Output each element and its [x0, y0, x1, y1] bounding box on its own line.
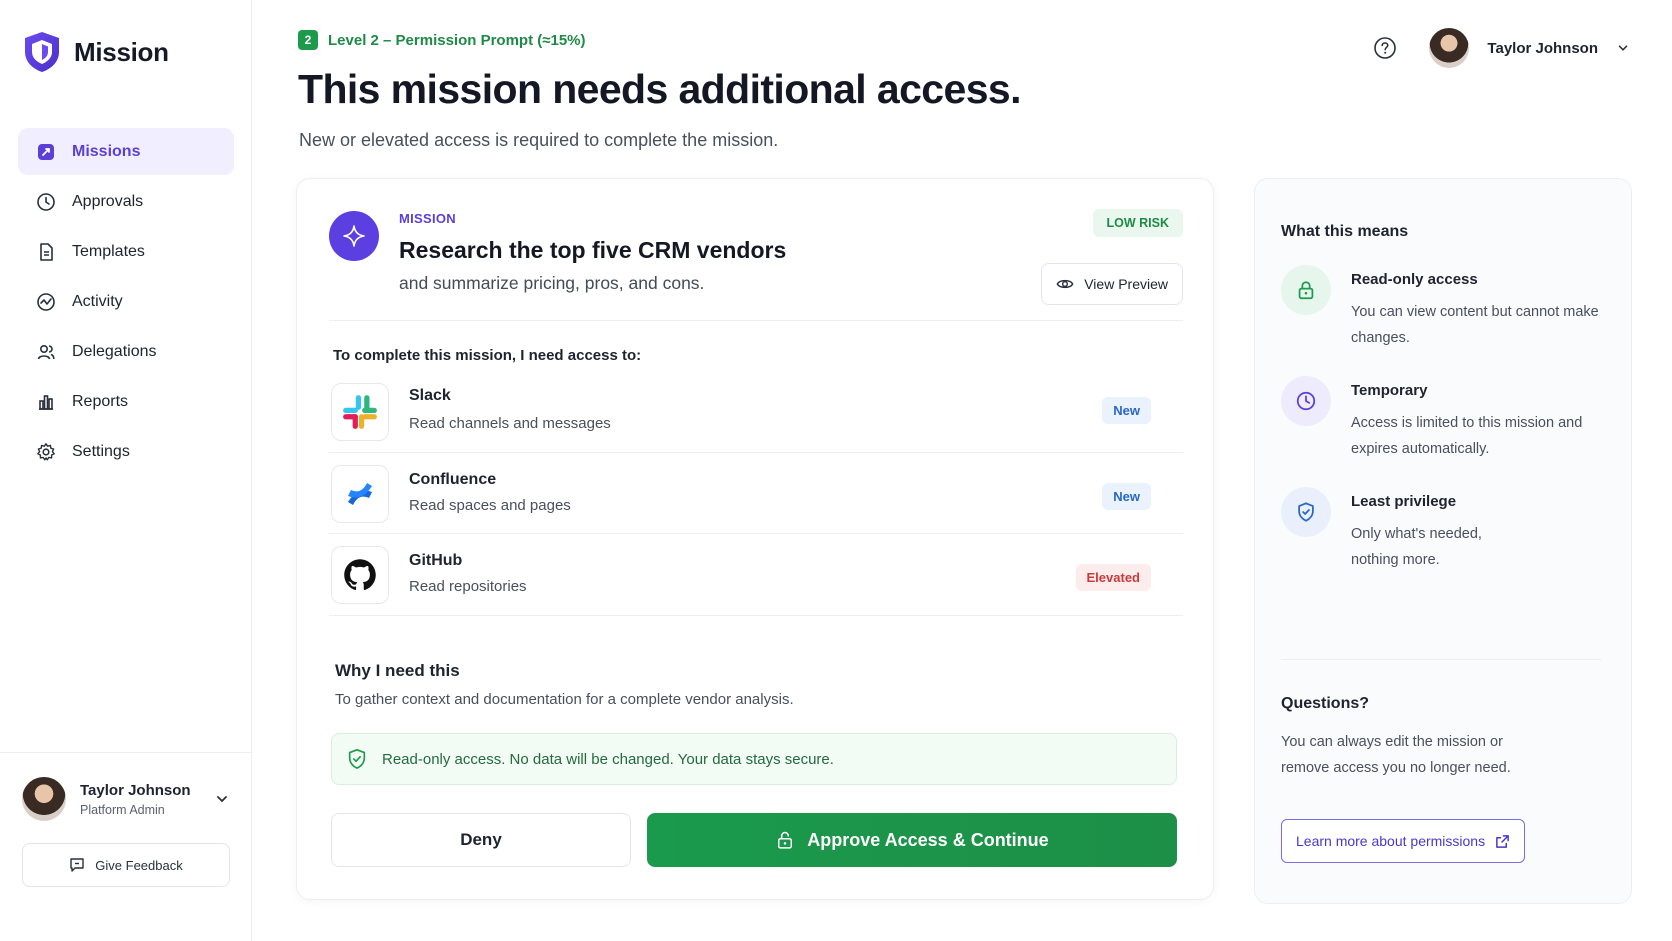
avatar: [22, 777, 66, 821]
sidebar-item-label: Approvals: [72, 192, 144, 210]
sidebar-item-label: Delegations: [72, 342, 157, 360]
level-indicator: 2 Level 2 – Permission Prompt (≈15%): [298, 30, 586, 50]
info-text: Access is limited to this mission and ex…: [1351, 415, 1583, 457]
mission-eyebrow: MISSION: [399, 211, 456, 226]
sidebar-item-reports[interactable]: Reports: [18, 378, 234, 425]
info-text: You can view content but cannot make cha…: [1351, 304, 1599, 346]
feedback-icon: [70, 858, 84, 872]
help-icon[interactable]: [1373, 36, 1397, 60]
avatar[interactable]: [1429, 28, 1470, 68]
activity-icon: [36, 292, 56, 312]
mission-description: and summarize pricing, pros, and cons.: [399, 273, 705, 293]
secure-note-text: Read-only access. No data will be change…: [382, 750, 834, 768]
app-permission: Read spaces and pages: [409, 497, 571, 514]
page-title: This mission needs additional access.: [298, 66, 1021, 112]
user-role: Platform Admin: [80, 802, 165, 817]
brand-name: Mission: [74, 36, 169, 67]
brand[interactable]: Mission: [22, 30, 169, 74]
learn-more-button[interactable]: Learn more about permissions: [1281, 819, 1526, 863]
user-name: Taylor Johnson: [80, 781, 191, 799]
clock-icon: [36, 192, 56, 212]
panel-title: What this means: [1281, 223, 1409, 240]
page-subtitle: New or elevated access is required to co…: [299, 130, 779, 150]
top-user-name[interactable]: Taylor Johnson: [1487, 40, 1598, 57]
sidebar-item-delegations[interactable]: Delegations: [18, 328, 234, 375]
confluence-icon: [331, 465, 389, 523]
users-icon: [36, 342, 56, 362]
sparkle-icon: [329, 211, 379, 261]
app-name: Slack: [409, 387, 451, 404]
secure-note: Read-only access. No data will be change…: [331, 733, 1177, 785]
access-heading: To complete this mission, I need access …: [333, 347, 642, 364]
approve-button[interactable]: Approve Access & Continue: [647, 813, 1177, 867]
list-item: Slack Read channels and messages New: [329, 375, 1183, 453]
learn-more-label: Learn more about permissions: [1296, 833, 1486, 849]
elevated-tag: Elevated: [1075, 564, 1151, 591]
slack-icon: [331, 383, 389, 441]
level-text: Level 2 – Permission Prompt (≈15%): [328, 31, 586, 49]
new-tag: New: [1102, 397, 1151, 424]
unlock-icon: [778, 831, 793, 849]
lock-icon: [1281, 265, 1331, 315]
app-name: Confluence: [409, 471, 497, 488]
level-badge: 2: [298, 30, 318, 50]
info-title: Temporary: [1351, 382, 1428, 399]
sidebar-item-label: Templates: [72, 242, 145, 260]
gear-icon: [36, 442, 56, 462]
github-icon: [331, 546, 389, 604]
give-feedback-label: Give Feedback: [95, 857, 183, 873]
deny-button[interactable]: Deny: [331, 813, 631, 867]
sidebar-user: Taylor Johnson Platform Admin Give Feedb…: [0, 752, 252, 887]
info-title: Read-only access: [1351, 271, 1478, 288]
mission-header: MISSION Research the top five CRM vendor…: [329, 209, 1183, 321]
sidebar-item-missions[interactable]: Missions: [18, 128, 234, 175]
view-preview-button[interactable]: View Preview: [1041, 263, 1183, 305]
chevron-down-icon[interactable]: [214, 791, 230, 807]
external-link-icon: [1496, 834, 1509, 848]
questions-title: Questions?: [1281, 695, 1370, 712]
why-title: Why I need this: [335, 661, 460, 680]
shield-check-icon: [1281, 487, 1331, 537]
panel-divider: [1281, 659, 1601, 660]
shield-logo-icon: [25, 32, 59, 72]
give-feedback-button[interactable]: Give Feedback: [22, 843, 230, 887]
new-tag: New: [1102, 483, 1151, 510]
approve-label: Approve Access & Continue: [807, 829, 1049, 850]
app-name: GitHub: [409, 552, 463, 569]
sidebar-item-activity[interactable]: Activity: [18, 278, 234, 325]
shield-check-icon: [348, 749, 366, 769]
sidebar-item-label: Missions: [72, 142, 141, 160]
questions-text: You can always edit the mission or remov…: [1281, 734, 1511, 776]
view-preview-label: View Preview: [1084, 276, 1168, 292]
sidebar-item-label: Settings: [72, 442, 130, 460]
sidebar-item-label: Activity: [72, 292, 123, 310]
sidebar-item-approvals[interactable]: Approvals: [18, 178, 234, 225]
user-menu[interactable]: Taylor Johnson Platform Admin: [22, 777, 230, 821]
list-item: Confluence Read spaces and pages New: [329, 453, 1183, 534]
eye-icon: [1056, 279, 1074, 289]
chevron-down-icon[interactable]: [1616, 41, 1630, 55]
permission-card: MISSION Research the top five CRM vendor…: [296, 178, 1214, 900]
clock-icon: [1281, 376, 1331, 426]
top-bar: Taylor Johnson: [1373, 28, 1630, 68]
missions-icon: [36, 142, 56, 162]
sidebar-item-label: Reports: [72, 392, 129, 410]
app-permission: Read repositories: [409, 578, 527, 595]
info-title: Least privilege: [1351, 493, 1457, 510]
sidebar-item-templates[interactable]: Templates: [18, 228, 234, 275]
sidebar: Mission Missions Approvals Templates Act…: [0, 0, 252, 941]
mission-title: Research the top five CRM vendors: [399, 237, 787, 263]
app-permission: Read channels and messages: [409, 415, 611, 432]
document-icon: [36, 242, 56, 262]
risk-badge: LOW RISK: [1092, 209, 1183, 237]
info-text: Only what's needed, nothing more.: [1351, 526, 1482, 568]
list-item: GitHub Read repositories Elevated: [329, 534, 1183, 616]
sidebar-item-settings[interactable]: Settings: [18, 428, 234, 475]
access-list: Slack Read channels and messages New Con…: [329, 375, 1183, 616]
info-panel: What this means Read-only access You can…: [1254, 178, 1632, 904]
bar-chart-icon: [36, 392, 56, 412]
sidebar-nav: Missions Approvals Templates Activity De…: [18, 128, 234, 478]
why-text: To gather context and documentation for …: [335, 691, 794, 708]
